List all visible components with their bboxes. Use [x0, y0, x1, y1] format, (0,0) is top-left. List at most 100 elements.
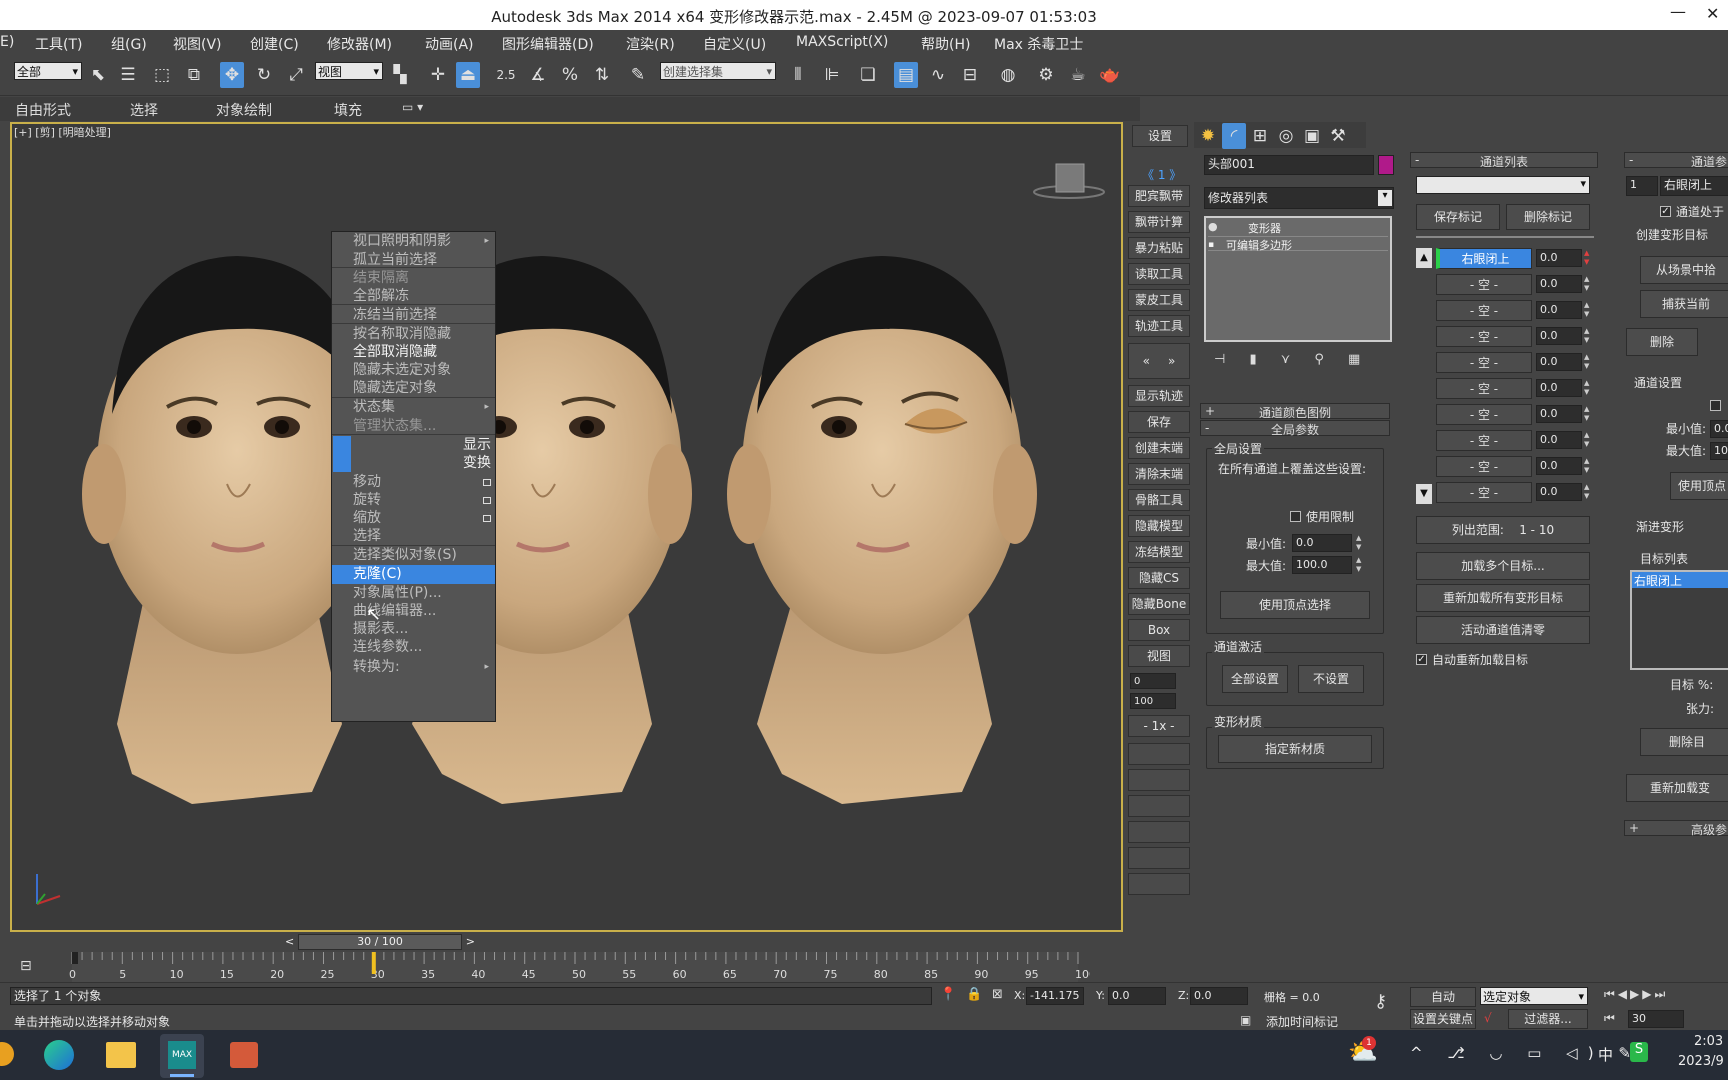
capture-current-button[interactable]: 捕获当前 — [1640, 290, 1728, 318]
use-limits-channel-checkbox[interactable] — [1710, 400, 1721, 411]
global-min-field[interactable]: 0.0 — [1292, 534, 1352, 552]
side-tool-button2-6[interactable]: 冻结模型 — [1128, 541, 1190, 563]
head-model-3[interactable] — [727, 256, 1037, 804]
channel-min-field[interactable]: 0.0 — [1710, 420, 1728, 438]
side-tool-button2-1[interactable]: 保存 — [1128, 411, 1190, 433]
channel-spinner[interactable]: ▲ ▼ — [1584, 431, 1592, 449]
menu-maxscript[interactable]: MAXScript(X) — [796, 34, 888, 50]
menu-modifiers[interactable]: 修改器(M) — [327, 34, 392, 54]
channel-row[interactable]: - 空 -0.0 ▲ ▼ — [1436, 482, 1594, 504]
channel-name-field[interactable]: 右眼闭上 — [1660, 176, 1728, 196]
channel-value-field[interactable]: 0.0 — [1536, 327, 1582, 345]
all-set-button[interactable]: 全部设置 — [1222, 665, 1288, 693]
empty-tool-slot[interactable] — [1128, 769, 1190, 791]
channel-name-button[interactable]: - 空 - — [1436, 274, 1532, 295]
channel-spinner[interactable]: ▲ ▼ — [1584, 249, 1592, 267]
context-menu-item-9[interactable]: 状态集 ▸ — [332, 398, 495, 417]
context-menu-item-0[interactable]: 视口照明和阴影 ▸ — [332, 232, 495, 251]
lock-selection-icon[interactable]: 🔒 — [966, 987, 982, 1002]
channel-row[interactable]: - 空 -0.0 ▲ ▼ — [1436, 456, 1594, 478]
ime-indicator[interactable]: 中 — [1598, 1044, 1613, 1065]
side-tool-button2-10[interactable]: 视图 — [1128, 645, 1190, 667]
channel-value-field[interactable]: 0.0 — [1536, 405, 1582, 423]
edge-icon[interactable] — [44, 1040, 74, 1070]
key-tangent-icon[interactable]: √ — [1484, 1011, 1492, 1025]
channel-value-field[interactable]: 0.0 — [1536, 353, 1582, 371]
channel-name-button[interactable]: - 空 - — [1436, 430, 1532, 451]
current-frame-field[interactable]: 30 — [1628, 1010, 1684, 1028]
material-editor-icon[interactable]: ◍ — [996, 62, 1020, 88]
playback-controls[interactable]: ⏮◀▶▶⏭ — [1604, 987, 1668, 1002]
menu-max-antivirus[interactable]: Max 杀毒卫士 — [994, 34, 1083, 54]
channel-number-field[interactable]: 1 — [1626, 176, 1658, 196]
scale-icon[interactable]: ⤢ — [284, 62, 308, 88]
select-object-icon[interactable]: ⬉ — [86, 62, 110, 88]
close-button[interactable]: ✕ — [1706, 4, 1719, 23]
side-tool-button-4[interactable]: 蒙皮工具 — [1128, 289, 1190, 311]
context-menu-item-4[interactable]: 冻结当前选择 — [332, 306, 495, 325]
presentation-app-icon[interactable] — [230, 1042, 258, 1068]
context-menu-item-19[interactable]: 对象属性(P)... — [332, 584, 495, 603]
channel-value-field[interactable]: 0.0 — [1536, 483, 1582, 501]
nav-next-icon[interactable]: » — [1168, 354, 1175, 368]
channel-spinner[interactable]: ▲ ▼ — [1584, 405, 1592, 423]
channel-value-field[interactable]: 0.0 — [1536, 379, 1582, 397]
window-crossing-icon[interactable]: ⧉ — [182, 62, 206, 88]
side-tool-button2-0[interactable]: 显示轨迹 — [1128, 385, 1190, 407]
side-value-field[interactable]: 0 — [1130, 673, 1176, 689]
side-tool-button2-5[interactable]: 隐藏模型 — [1128, 515, 1190, 537]
empty-tool-slot[interactable] — [1128, 821, 1190, 843]
auto-reload-checkbox[interactable]: ✓ — [1416, 654, 1427, 665]
context-menu-item-10[interactable]: 管理状态集... — [332, 417, 495, 436]
pick-from-scene-button[interactable]: 从场景中拾 — [1640, 256, 1728, 284]
s-app-icon[interactable]: S — [1630, 1042, 1648, 1062]
file-explorer-icon[interactable] — [106, 1042, 136, 1068]
menu-rendering[interactable]: 渲染(R) — [626, 34, 675, 54]
side-tool-button2-7[interactable]: 隐藏CS — [1128, 567, 1190, 589]
hierarchy-tab-icon[interactable]: ⊞ — [1248, 123, 1272, 149]
side-tool-button2-8[interactable]: 隐藏Bone — [1128, 593, 1190, 615]
zero-active-channels-button[interactable]: 活动通道值清零 — [1416, 616, 1590, 644]
channel-row[interactable]: - 空 -0.0 ▲ ▼ — [1436, 326, 1594, 348]
empty-tool-slot[interactable] — [1128, 795, 1190, 817]
channel-name-button[interactable]: - 空 - — [1436, 404, 1532, 425]
none-set-button[interactable]: 不设置 — [1298, 665, 1364, 693]
channel-max-field[interactable]: 100 — [1710, 442, 1728, 460]
key-filters-button[interactable]: 过滤器... — [1508, 1009, 1588, 1029]
side-tool-button2-9[interactable]: Box — [1128, 619, 1190, 641]
channel-spinner[interactable]: ▲ ▼ — [1584, 457, 1592, 475]
settings-box-icon[interactable] — [483, 497, 491, 504]
load-multiple-targets-button[interactable]: 加载多个目标... — [1416, 552, 1590, 580]
rect-selection-icon[interactable]: ⬚ — [150, 62, 174, 88]
delete-target-button[interactable]: 删除目 — [1640, 728, 1728, 756]
menu-create[interactable]: 创建(C) — [250, 34, 299, 54]
side-tool-button2-3[interactable]: 清除末端 — [1128, 463, 1190, 485]
empty-tool-slot[interactable] — [1128, 873, 1190, 895]
ribbon-tab-populate[interactable]: 填充 — [334, 100, 362, 120]
context-menu-item-7[interactable]: 隐藏未选定对象 — [332, 361, 495, 380]
rollout-channel-params[interactable]: - 通道参 — [1624, 152, 1728, 168]
ribbon-tab-selection[interactable]: 选择 — [130, 100, 158, 120]
mini-curve-editor-icon[interactable]: ⊟ — [20, 958, 32, 974]
align-icon[interactable]: ⊫ — [820, 62, 844, 88]
menu-customize[interactable]: 自定义(U) — [703, 34, 766, 54]
channel-row[interactable]: - 空 -0.0 ▲ ▼ — [1436, 300, 1594, 322]
pin-icon[interactable]: 📍 — [940, 987, 956, 1002]
channel-value-field[interactable]: 0.0 — [1536, 301, 1582, 319]
context-menu-item-5[interactable]: 按名称取消隐藏 — [332, 325, 495, 344]
channel-name-button[interactable]: - 空 - — [1436, 326, 1532, 347]
context-menu-item-2[interactable]: 结束隔离 — [332, 269, 495, 288]
side-tool-button-1[interactable]: 飘带计算 — [1128, 211, 1190, 233]
selection-filter-dropdown[interactable]: 全部 — [14, 62, 82, 81]
context-menu-item-6[interactable]: 全部取消隐藏 — [332, 343, 495, 362]
key-icon[interactable]: ⚷ — [1374, 991, 1387, 1012]
stack-item-morpher[interactable]: ● 变形器 — [1208, 220, 1388, 235]
rollout-advanced-params[interactable]: + 高级参 — [1624, 820, 1728, 837]
mirror-icon[interactable]: ⫴ — [786, 62, 810, 88]
channel-row[interactable]: - 空 -0.0 ▲ ▼ — [1436, 274, 1594, 296]
target-list-item[interactable]: 右眼闭上 — [1632, 572, 1728, 588]
channel-scroll-up-icon[interactable]: ▲ — [1416, 248, 1432, 268]
track-bar[interactable]: 0 5 10 15 20 25 30 35 40 45 50 55 60 65 70 75 80 85 90 95 10… — [60, 952, 1090, 982]
stack-item-editable-poly[interactable]: ▪ 可编辑多边形 — [1208, 236, 1388, 252]
settings-box-icon[interactable] — [483, 479, 491, 486]
